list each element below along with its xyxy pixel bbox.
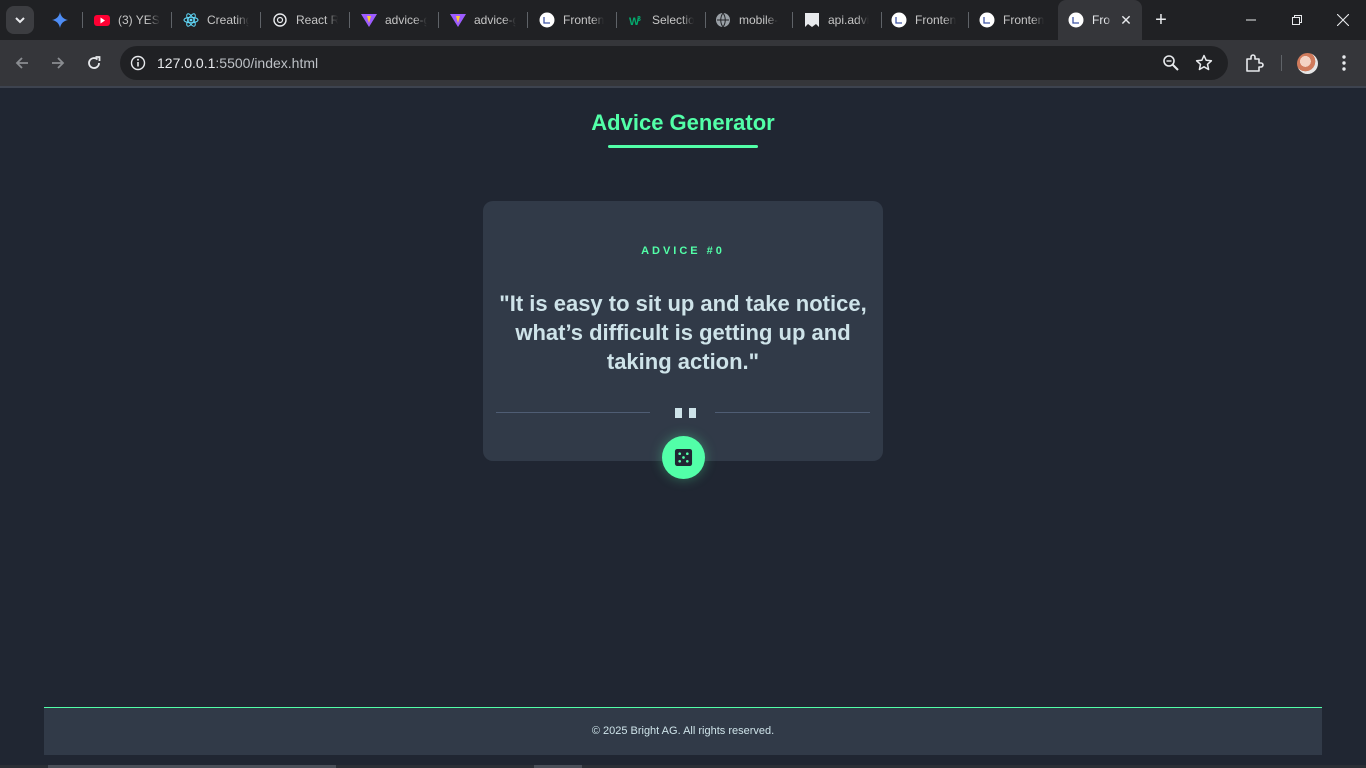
tab-frontend-mentor-2[interactable]: Fronten (891, 8, 957, 32)
bookmark-star-icon[interactable] (1195, 54, 1213, 72)
title-underline (608, 145, 758, 148)
tab-react-creating[interactable]: Creating (183, 8, 249, 32)
tab-gemini[interactable] (52, 8, 72, 32)
tab-frontend-mentor-1[interactable]: Fronten (539, 8, 605, 32)
frontend-mentor-icon (1068, 12, 1084, 28)
advice-card: ADVICE #0 "It is easy to sit up and take… (483, 201, 883, 461)
youtube-icon (94, 12, 110, 28)
arrow-right-icon (52, 57, 65, 69)
menu-kebab-icon[interactable] (1333, 52, 1355, 74)
tab-youtube[interactable]: (3) YESH (94, 8, 160, 32)
url-text: 127.0.0.1:5500/index.html (157, 55, 319, 71)
frontend-mentor-icon (891, 12, 907, 28)
zoom-icon[interactable] (1162, 54, 1180, 72)
tab-search-button[interactable] (6, 6, 34, 34)
close-window-button[interactable] (1320, 0, 1366, 40)
close-tab-icon[interactable]: ✕ (1118, 12, 1134, 28)
document-icon (804, 12, 820, 28)
back-button[interactable] (7, 48, 37, 78)
forward-button[interactable] (43, 48, 73, 78)
profile-avatar[interactable] (1297, 53, 1318, 74)
tab-strip: (3) YESH Creating React Re advice-g advi… (0, 0, 1366, 40)
tab-frontend-mentor-active[interactable]: Fro ✕ (1058, 0, 1142, 40)
reload-icon (88, 56, 101, 69)
react-icon (183, 12, 199, 28)
page-footer: © 2025 Bright AG. All rights reserved. (44, 707, 1322, 755)
arrow-left-icon (15, 57, 28, 69)
pause-divider-icon (671, 408, 696, 418)
reload-button[interactable] (79, 48, 109, 78)
dice-icon (674, 448, 693, 467)
vite-icon (450, 12, 466, 28)
tab-vite-2[interactable]: advice-g (450, 8, 516, 32)
extensions-icon[interactable] (1243, 52, 1265, 74)
generate-advice-button[interactable] (662, 436, 705, 479)
divider-left (496, 412, 650, 413)
frontend-mentor-icon (539, 12, 555, 28)
tab-vite-1[interactable]: advice-g (361, 8, 427, 32)
restore-button[interactable] (1274, 0, 1320, 40)
frontend-mentor-icon (979, 12, 995, 28)
tab-w3schools[interactable]: W3 Selectio (628, 8, 694, 32)
footer-copyright: © 2025 Bright AG. All rights reserved. (591, 725, 775, 737)
divider-right (715, 412, 870, 413)
vite-icon (361, 12, 377, 28)
advice-id-label: ADVICE #0 (641, 245, 725, 257)
tab-api-advice[interactable]: api.advi (804, 8, 870, 32)
site-info-icon[interactable] (130, 55, 146, 71)
advice-quote: "It is easy to sit up and take notice, w… (499, 291, 867, 374)
tab-mobile[interactable]: mobile- (715, 8, 781, 32)
new-tab-button[interactable]: + (1150, 9, 1172, 31)
openai-icon (272, 12, 288, 28)
address-bar[interactable]: 127.0.0.1:5500/index.html (120, 46, 1228, 80)
svg-text:3: 3 (637, 16, 641, 23)
tab-frontend-mentor-3[interactable]: Fronten (979, 8, 1045, 32)
minimize-button[interactable] (1228, 0, 1274, 40)
page-title: Advice Generator (591, 110, 775, 135)
w3schools-icon: W3 (628, 12, 644, 28)
chevron-down-icon (15, 17, 25, 24)
browser-toolbar: 127.0.0.1:5500/index.html (0, 40, 1366, 86)
globe-icon (715, 12, 731, 28)
page-viewport: Advice Generator ADVICE #0 "It is easy t… (0, 88, 1366, 768)
tab-chatgpt[interactable]: React Re (272, 8, 338, 32)
gemini-icon (52, 12, 68, 28)
